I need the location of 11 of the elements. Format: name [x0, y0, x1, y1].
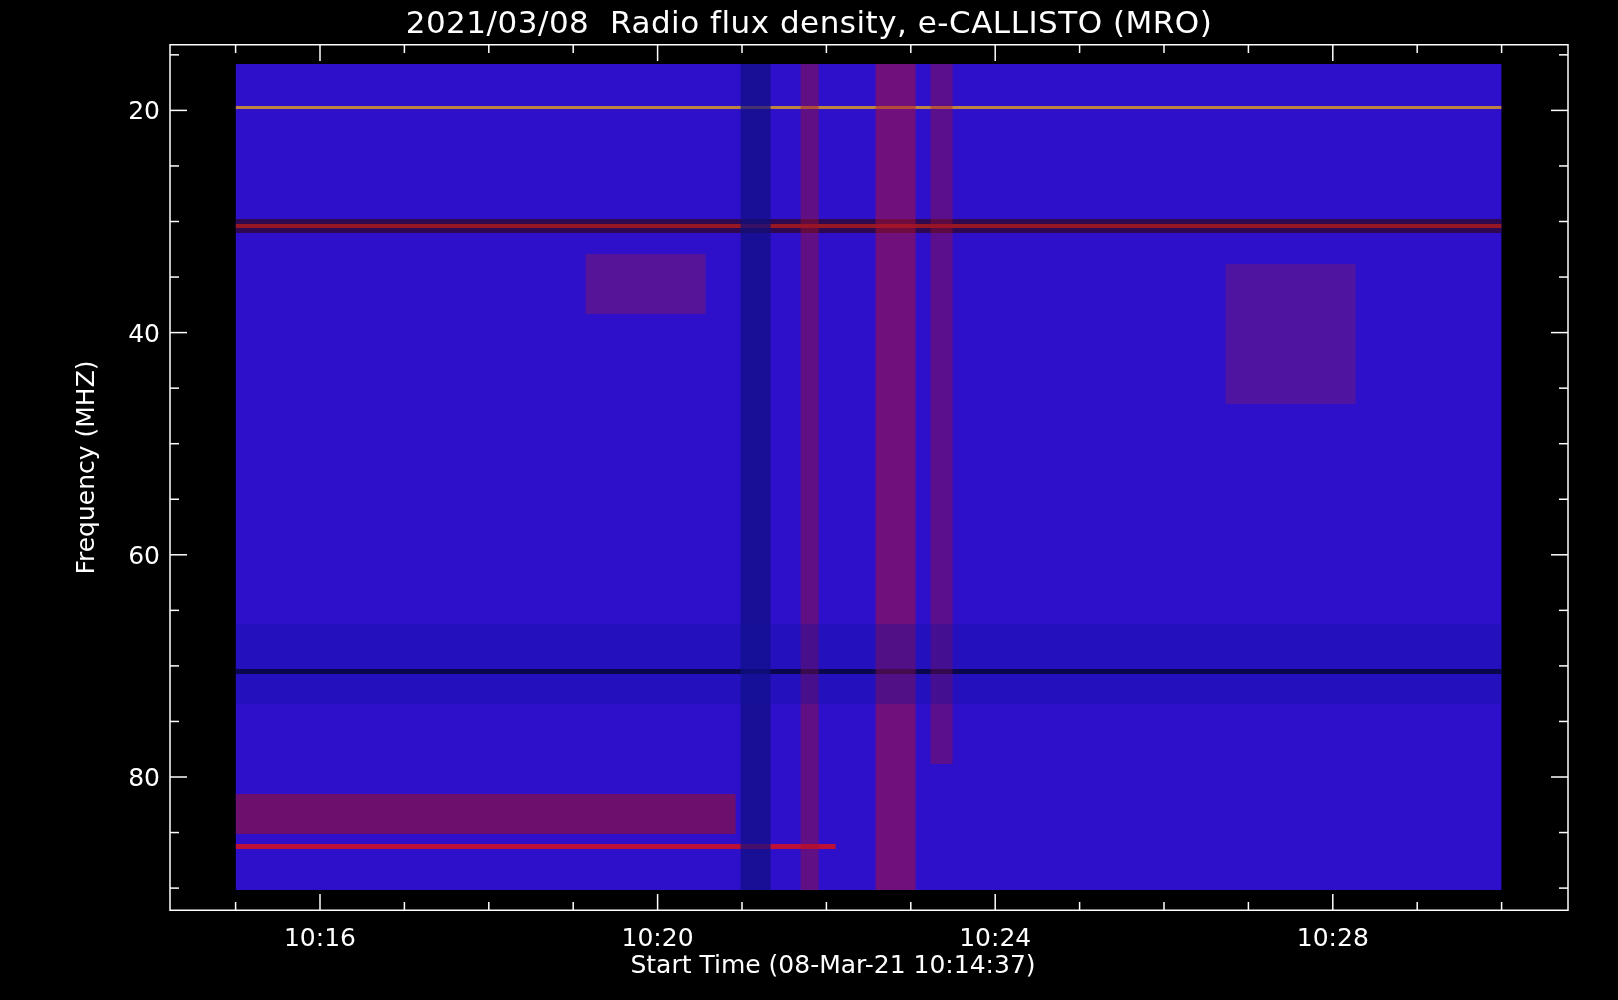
- chart-title: 2021/03/08 Radio flux density, e-CALLISTO (MRO): [405, 4, 1213, 40]
- y-tick-label: 40: [128, 318, 160, 348]
- y-tick-label: 80: [128, 763, 160, 792]
- x-tick-label: 10:28: [1296, 923, 1369, 950]
- y-tick-label: 20: [128, 96, 160, 126]
- x-tick-label: 10:20: [621, 923, 694, 950]
- y-tick-label: 60: [128, 540, 160, 570]
- y-axis-label: Frequency (MHZ): [70, 359, 100, 575]
- x-tick-label: 10:24: [959, 923, 1032, 950]
- x-tick-label: 10:16: [284, 923, 356, 950]
- x-axis-label: Start Time (08-Mar-21 10:14:37): [630, 950, 1036, 979]
